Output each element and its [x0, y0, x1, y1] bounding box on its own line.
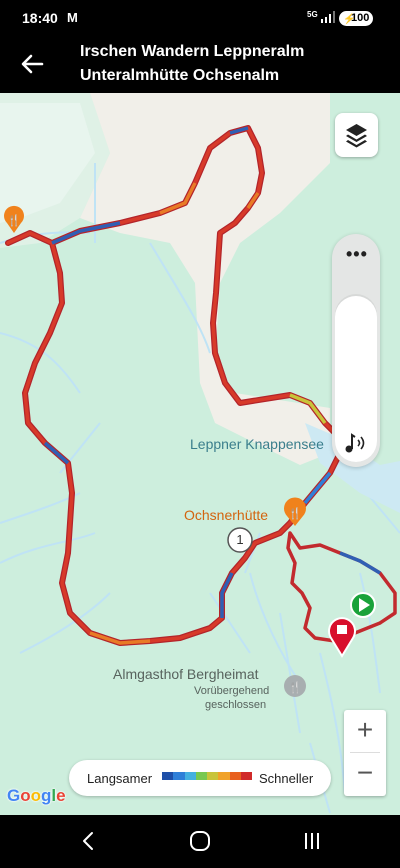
gmail-icon: M	[67, 10, 78, 25]
almgasthof-poi-icon: 🍴	[284, 675, 306, 697]
legend-swatch	[184, 772, 196, 780]
legend-swatch	[218, 772, 230, 780]
legend-swatch	[162, 772, 174, 780]
legend-fast-label: Schneller	[259, 771, 314, 786]
finish-marker	[328, 617, 356, 658]
google-logo-letter: g	[41, 786, 52, 805]
more-options-icon[interactable]: •••	[346, 244, 368, 265]
start-marker	[350, 592, 376, 618]
inn-status-line2: geschlossen	[205, 699, 267, 711]
signal-icon	[321, 11, 335, 23]
hut-label[interactable]: Ochsnerhütte	[184, 507, 268, 523]
system-nav-bar	[0, 815, 400, 868]
music-note-icon	[345, 433, 365, 453]
stream-3	[0, 532, 96, 564]
google-logo: Google	[7, 786, 66, 806]
status-bar: 18:40 M 5G ⚡ 100	[0, 0, 400, 36]
legend-slow-label: Langsamer	[87, 771, 153, 786]
inn-status-line1: Vorübergehend	[194, 685, 270, 697]
track-segment-loop-blue	[339, 551, 381, 575]
page-title: Irschen Wandern Leppneralm Unteralmhütte…	[80, 40, 390, 88]
legend-swatch	[195, 772, 207, 780]
charging-icon: ⚡	[343, 14, 356, 25]
google-logo-letter: o	[20, 786, 31, 805]
google-logo-letter: o	[30, 786, 42, 805]
title-line-2: Unteralmhütte Ochsenalm	[80, 67, 280, 84]
layers-icon	[346, 124, 367, 148]
zoom-out-button[interactable]: −	[344, 753, 386, 795]
track-segment-blue-3	[43, 441, 70, 465]
nav-home-icon[interactable]	[186, 828, 214, 854]
status-time: 18:40	[22, 10, 58, 26]
back-arrow-icon[interactable]	[18, 50, 46, 78]
stream-12	[359, 572, 381, 694]
map-view[interactable]: 🍴 🍴 🍴 1 Leppner Knappensee Ochsnerhütte …	[0, 93, 400, 815]
title-line-1: Irschen Wandern Leppneralm	[80, 43, 305, 60]
speed-color-scale	[162, 772, 252, 780]
svg-text:🍴: 🍴	[288, 507, 302, 520]
speed-legend: Langsamer Schneller	[69, 760, 331, 796]
battery-indicator: ⚡ 100	[339, 11, 373, 26]
google-logo-letter: e	[56, 786, 66, 805]
legend-swatch	[229, 772, 241, 780]
waypoint-number[interactable]: 1	[234, 532, 246, 547]
svg-text:🍴: 🍴	[7, 214, 21, 227]
track-segment-lightblue	[303, 471, 332, 505]
lake-label: Leppner Knappensee	[190, 436, 324, 452]
legend-swatch	[240, 772, 252, 780]
legend-swatch	[207, 772, 219, 780]
audio-side-panel: •••	[332, 234, 380, 467]
google-logo-letter: G	[7, 786, 21, 805]
legend-swatch	[173, 772, 185, 780]
bare-area	[80, 93, 330, 465]
inn-label[interactable]: Almgasthof Bergheimat	[113, 666, 259, 682]
svg-text:🍴: 🍴	[288, 681, 302, 694]
nav-back-icon[interactable]	[75, 828, 103, 854]
stream-1	[0, 332, 81, 394]
zoom-controls: + −	[344, 710, 386, 796]
nav-recents-icon[interactable]	[298, 828, 326, 854]
zoom-in-button[interactable]: +	[344, 710, 386, 752]
track-segment-blue-2	[220, 572, 234, 618]
map-layers-button[interactable]	[335, 113, 378, 157]
stream-10	[279, 612, 301, 734]
network-type: 5G	[307, 10, 318, 19]
title-bar: Irschen Wandern Leppneralm Unteralmhütte…	[0, 36, 400, 93]
